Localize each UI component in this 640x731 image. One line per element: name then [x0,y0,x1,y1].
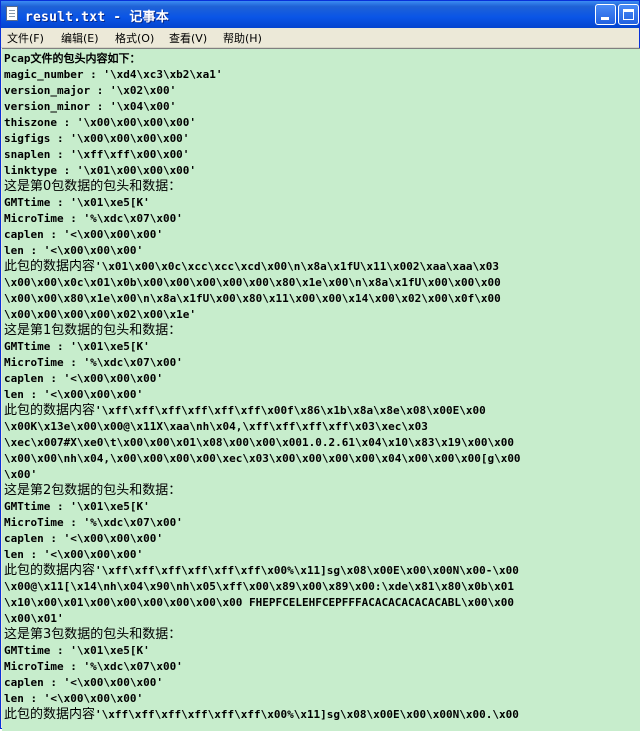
text-line: len : '<\x00\x00\x00' [4,548,144,561]
text-line: Pcap文件的包头内容如下： [4,52,141,65]
text-line: 此包的数据内容'\xff\xff\xff\xff\xff\xff\x00%\x1… [4,707,519,722]
menu-format[interactable]: 格式(O) [115,30,154,46]
text-line: GMTtime : '\x01\xe5[K' [4,340,150,353]
text-line: MicroTime : '%\xdc\x07\x00' [4,356,183,369]
text-line: 此包的数据内容'\xff\xff\xff\xff\xff\xff\x00%\x1… [4,563,519,578]
text-line: \x10\x00\x01\x00\x00\x00\x00\x00\x00 FHE… [4,596,514,609]
text-line: GMTtime : '\x01\xe5[K' [4,644,150,657]
menu-file[interactable]: 文件(F) [7,30,44,46]
text-line: \x00\x00\x00\x00\x02\x00\x1e' [4,308,197,321]
text-line: \x00\x01' [4,612,64,625]
title-bar[interactable]: result.txt - 记事本 [1,1,639,28]
text-content[interactable]: Pcap文件的包头内容如下： magic_number : '\xd4\xc3\x… [4,51,640,731]
text-line: linktype : '\x01\x00\x00\x00' [4,164,197,177]
text-line: \x00' [4,468,38,481]
text-line: MicroTime : '%\xdc\x07\x00' [4,516,183,529]
text-line: snaplen : '\xff\xff\x00\x00' [4,148,190,161]
text-line: sigfigs : '\x00\x00\x00\x00' [4,132,190,145]
text-line: caplen : '<\x00\x00\x00' [4,372,163,385]
text-line: \x00K\x13e\x00\x00@\x11X\xaa\nh\x04,\xff… [4,420,428,433]
text-line: len : '<\x00\x00\x00' [4,244,144,257]
text-line: version_minor : '\x04\x00' [4,100,177,113]
text-line: \x00\x00\nh\x04,\x00\x00\x00\x00\xec\x03… [4,452,521,465]
text-line: thiszone : '\x00\x00\x00\x00' [4,116,197,129]
notepad-icon[interactable] [6,6,18,21]
text-line: \x00\x00\x80\x1e\x00\n\x8a\x1fU\x00\x80\… [4,292,501,305]
text-line: len : '<\x00\x00\x00' [4,692,144,705]
text-line: \xec\x007#X\xe0\t\x00\x00\x01\x08\x00\x0… [4,436,514,449]
text-line: caplen : '<\x00\x00\x00' [4,532,163,545]
text-line: 这是第1包数据的包头和数据： [4,323,182,338]
text-line: \x00@\x11[\x14\nh\x04\x90\nh\x05\xff\x00… [4,580,514,593]
text-line: 此包的数据内容'\xff\xff\xff\xff\xff\xff\x00f\x8… [4,403,486,418]
minimize-button[interactable] [595,4,616,25]
notepad-window: result.txt - 记事本 文件(F) 编辑(E) 格式(O) 查看(V)… [0,0,640,731]
text-line: 这是第2包数据的包头和数据： [4,483,182,498]
text-line: caplen : '<\x00\x00\x00' [4,676,163,689]
text-line: \x00\x00\x0c\x01\x0b\x00\x00\x00\x00\x00… [4,276,501,289]
text-line: 这是第0包数据的包头和数据： [4,179,182,194]
menu-view[interactable]: 查看(V) [169,30,207,46]
text-line: 这是第3包数据的包头和数据： [4,627,182,642]
text-line: 此包的数据内容'\x01\x00\x0c\xcc\xcc\xcd\x00\n\x… [4,259,499,274]
text-line: GMTtime : '\x01\xe5[K' [4,196,150,209]
menu-help[interactable]: 帮助(H) [223,30,262,46]
text-line: len : '<\x00\x00\x00' [4,388,144,401]
maximize-button[interactable] [618,4,639,25]
text-line: caplen : '<\x00\x00\x00' [4,228,163,241]
maximize-icon [623,9,634,20]
text-line: magic_number : '\xd4\xc3\xb2\xa1' [4,68,223,81]
minimize-icon [601,17,609,20]
text-editor[interactable]: Pcap文件的包头内容如下： magic_number : '\xd4\xc3\x… [2,48,640,731]
text-line: MicroTime : '%\xdc\x07\x00' [4,660,183,673]
menu-bar: 文件(F) 编辑(E) 格式(O) 查看(V) 帮助(H) [1,28,639,48]
window-title: result.txt - 记事本 [25,10,169,25]
text-line: MicroTime : '%\xdc\x07\x00' [4,212,183,225]
menu-edit[interactable]: 编辑(E) [61,30,99,46]
text-line: version_major : '\x02\x00' [4,84,177,97]
text-line: GMTtime : '\x01\xe5[K' [4,500,150,513]
